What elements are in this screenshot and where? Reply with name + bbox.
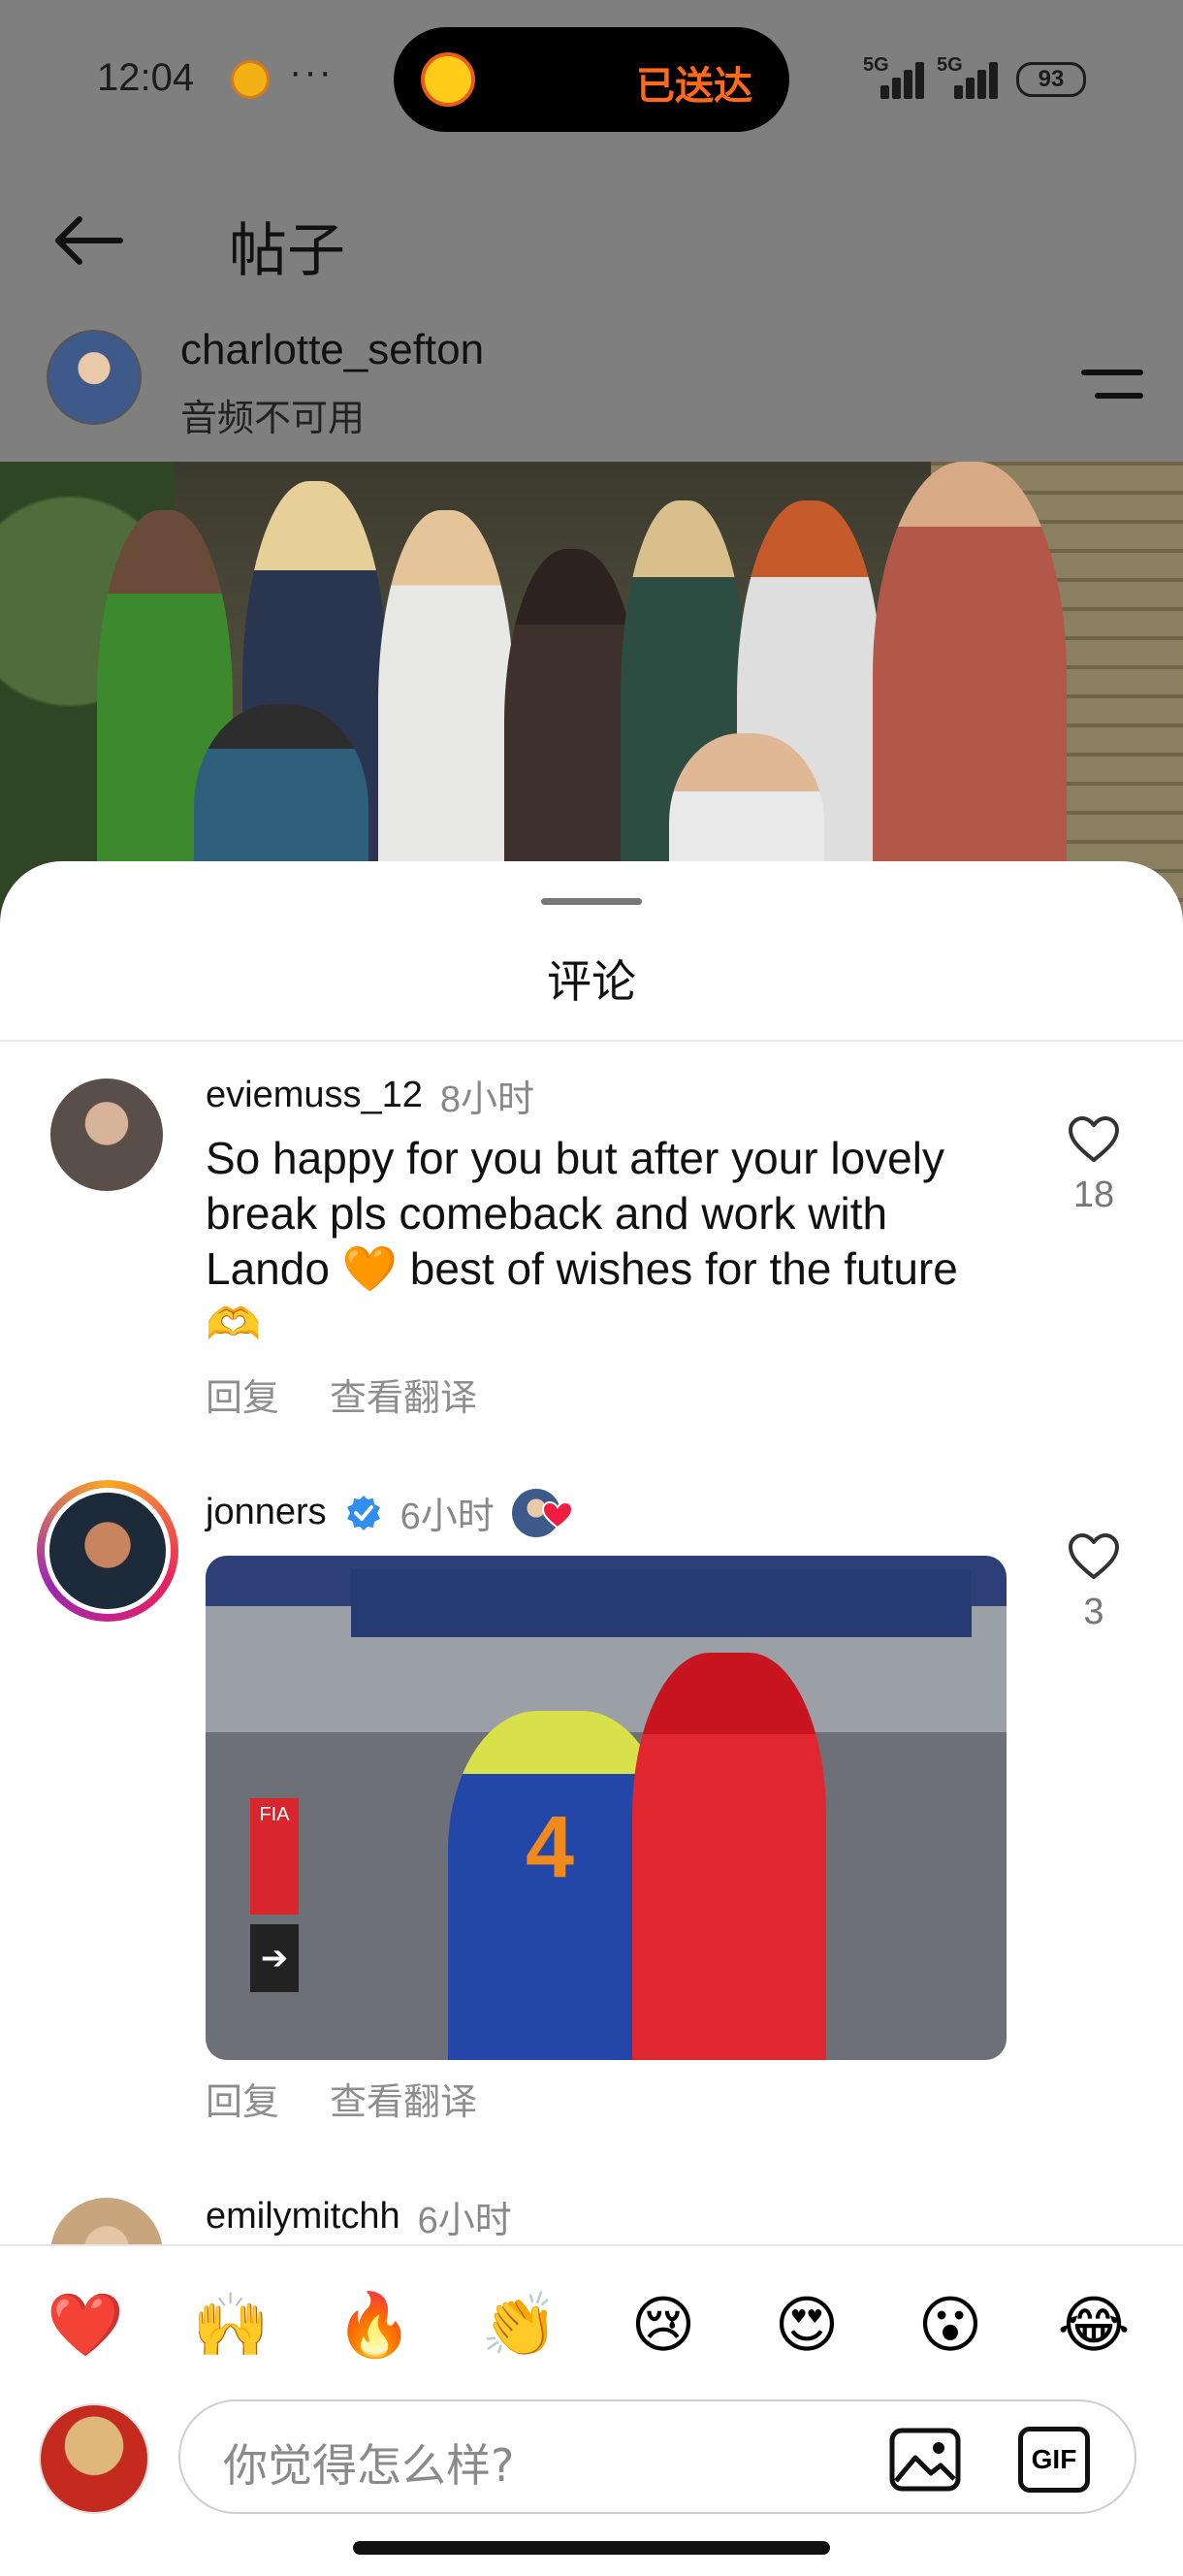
comment-input[interactable]: 你觉得怎么样? GIF bbox=[178, 2399, 1136, 2514]
comment-actions: 回复 查看翻译 bbox=[206, 2072, 477, 2125]
commenter-avatar[interactable] bbox=[50, 1079, 163, 1191]
comment-input-placeholder: 你觉得怎么样? bbox=[223, 2439, 515, 2492]
app-notification-icon bbox=[231, 60, 270, 99]
reaction-heart[interactable]: ❤️ bbox=[45, 2285, 126, 2367]
gif-fia-sign: FIA bbox=[250, 1798, 299, 1915]
gif-picker-button[interactable]: GIF bbox=[1018, 2427, 1090, 2493]
battery-icon: 93 bbox=[1016, 62, 1086, 97]
comment-like[interactable]: 3 bbox=[1067, 1532, 1121, 1633]
home-indicator[interactable] bbox=[353, 2541, 830, 2555]
reaction-fire[interactable]: 🔥 bbox=[334, 2285, 415, 2367]
post-photo[interactable] bbox=[0, 462, 1183, 927]
divider bbox=[0, 1040, 1183, 1042]
image-picker-icon[interactable] bbox=[888, 2427, 962, 2493]
gif-arrow-sign: ➔ bbox=[250, 1924, 299, 1992]
comment-time: 8小时 bbox=[439, 1079, 535, 1120]
author-avatar[interactable] bbox=[47, 330, 142, 425]
back-arrow-icon[interactable] bbox=[50, 211, 128, 270]
current-user-avatar bbox=[39, 2403, 149, 2514]
comment-gif[interactable]: FIA ➔ 4 bbox=[206, 1556, 1007, 2060]
comment-like[interactable]: 18 bbox=[1067, 1115, 1121, 1216]
comment-header: emilymitchh 6小时 bbox=[206, 2190, 512, 2243]
comment-header: eviemuss_12 8小时 bbox=[206, 1069, 534, 1122]
island-status-text: 已送达 bbox=[636, 64, 752, 109]
reply-button[interactable]: 回复 bbox=[206, 2072, 279, 2125]
options-menu-icon[interactable] bbox=[1078, 365, 1146, 403]
cellular-signal-icon: 5G bbox=[863, 54, 925, 99]
gif-car-number: 4 bbox=[526, 1799, 575, 1896]
reaction-raised-hands[interactable]: 🙌 bbox=[190, 2285, 272, 2367]
author-liked-indicator bbox=[511, 1488, 574, 1537]
comment-composer: 你觉得怎么样? GIF bbox=[0, 2399, 1183, 2576]
heart-outline-icon[interactable] bbox=[1067, 1115, 1121, 1164]
audio-unavailable-label: 音频不可用 bbox=[180, 397, 366, 439]
comment-username[interactable]: eviemuss_12 bbox=[206, 1075, 423, 1116]
see-translation-button[interactable]: 查看翻译 bbox=[330, 1368, 477, 1421]
commenter-avatar-story-ring[interactable] bbox=[37, 1480, 178, 1622]
dynamic-island[interactable]: 已送达 bbox=[394, 27, 789, 132]
verified-badge-icon bbox=[346, 1495, 380, 1530]
post-header: 帖子 bbox=[0, 184, 1183, 291]
post-author-row: charlotte_sefton 音频不可用 bbox=[0, 320, 1183, 446]
comment-actions: 回复 查看翻译 bbox=[206, 1368, 477, 1421]
quick-reactions-bar: ❤️ 🙌 🔥 👏 😢 😍 😮 😂 bbox=[0, 2244, 1183, 2399]
comment-username[interactable]: jonners bbox=[206, 1492, 327, 1533]
comment-text: So happy for you but after your lovely b… bbox=[206, 1133, 958, 1349]
commenter-avatar bbox=[45, 1488, 171, 1614]
author-username[interactable]: charlotte_sefton bbox=[180, 326, 484, 374]
delivery-app-icon bbox=[421, 52, 475, 107]
reaction-crying[interactable]: 😢 bbox=[623, 2285, 704, 2367]
reaction-laughing[interactable]: 😂 bbox=[1053, 2285, 1135, 2367]
see-translation-button[interactable]: 查看翻译 bbox=[330, 2072, 477, 2125]
status-time: 12:04 bbox=[97, 56, 195, 99]
status-bar: 12:04 ··· 已送达 5G 5G 93 bbox=[0, 0, 1183, 155]
reaction-clap[interactable]: 👏 bbox=[479, 2285, 560, 2367]
heart-outline-icon[interactable] bbox=[1067, 1532, 1121, 1581]
heart-filled-icon bbox=[541, 1500, 573, 1529]
cellular-signal-icon-2: 5G bbox=[937, 54, 999, 99]
like-count: 18 bbox=[1072, 1175, 1115, 1215]
comment-username[interactable]: emilymitchh bbox=[206, 2196, 400, 2238]
reaction-heart-eyes[interactable]: 😍 bbox=[766, 2285, 847, 2367]
reaction-surprised[interactable]: 😮 bbox=[910, 2285, 991, 2367]
reply-button[interactable]: 回复 bbox=[206, 1368, 279, 1421]
comments-title: 评论 bbox=[547, 955, 636, 1008]
page-title: 帖子 bbox=[229, 217, 345, 285]
comment-time: 6小时 bbox=[417, 2201, 512, 2241]
comment-header: jonners 6小时 bbox=[206, 1486, 574, 1539]
more-notifications-icon: ··· bbox=[289, 50, 334, 93]
like-count: 3 bbox=[1083, 1592, 1104, 1632]
comment-time: 6小时 bbox=[400, 1497, 495, 1537]
sheet-drag-handle[interactable] bbox=[541, 898, 642, 905]
